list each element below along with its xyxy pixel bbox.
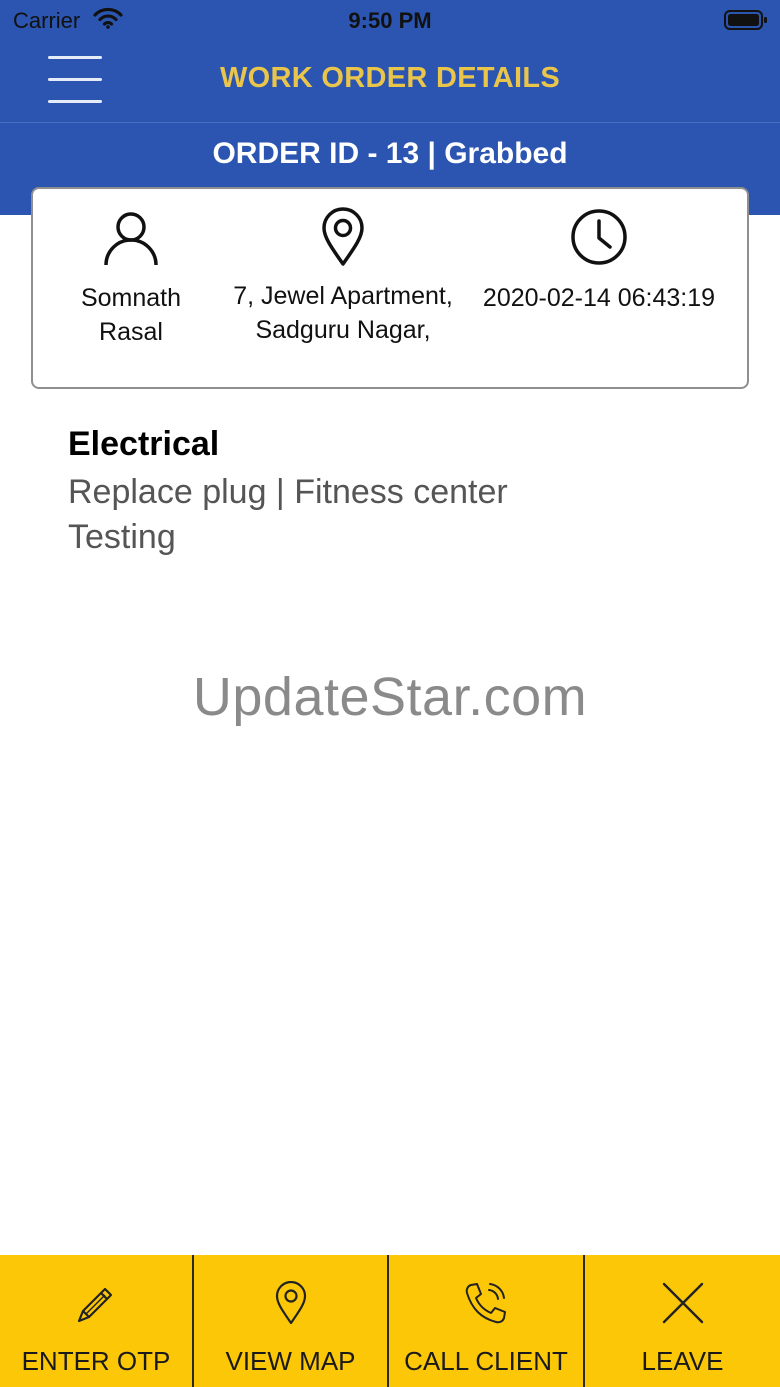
battery-icon	[724, 9, 768, 36]
watermark: UpdateStar.com	[192, 667, 588, 727]
person-icon	[104, 212, 158, 266]
address-info: 7, Jewel Apartment, Sadguru Nagar,	[233, 189, 453, 347]
job-description: Replace plug | Fitness center Testing	[68, 470, 508, 560]
enter-otp-button[interactable]: ENTER OTP	[0, 1255, 194, 1387]
client-info: Somnath Rasal	[53, 189, 209, 349]
page-title: WORK ORDER DETAILS	[220, 62, 560, 94]
phone-icon	[465, 1283, 506, 1324]
clock-icon	[571, 209, 627, 265]
nav-bar: WORK ORDER DETAILS	[0, 40, 780, 122]
view-map-button[interactable]: VIEW MAP	[194, 1255, 389, 1387]
status-bar: Carrier 9:50 PM	[0, 0, 780, 40]
location-pin-icon	[322, 207, 364, 266]
address-text: 7, Jewel Apartment, Sadguru Nagar,	[233, 282, 453, 344]
job-description-line: Replace plug | Fitness center	[68, 473, 508, 511]
leave-label: LEAVE	[641, 1346, 724, 1376]
pencil-icon	[77, 1287, 113, 1323]
call-client-button[interactable]: CALL CLIENT	[389, 1255, 585, 1387]
datetime-info: 2020-02-14 06:43:19	[451, 189, 747, 315]
view-map-label: VIEW MAP	[225, 1346, 356, 1376]
call-client-label: CALL CLIENT	[404, 1346, 568, 1376]
client-name: Somnath Rasal	[80, 284, 182, 346]
leave-button[interactable]: LEAVE	[585, 1255, 780, 1387]
action-bar: ENTER OTP VIEW MAP CALL CLIENT LEAVE	[0, 1255, 780, 1387]
enter-otp-label: ENTER OTP	[21, 1346, 171, 1376]
order-datetime: 2020-02-14 06:43:19	[482, 284, 716, 312]
location-pin-icon	[275, 1281, 306, 1325]
job-category: Electrical	[68, 425, 220, 463]
close-icon	[662, 1282, 703, 1324]
order-id-status: ORDER ID - 13 | Grabbed	[212, 137, 568, 170]
order-info-card: Somnath Rasal 7, Jewel Apartment, Sadgur…	[31, 187, 749, 389]
clock-time: 9:50 PM	[348, 8, 432, 33]
job-description-line: Testing	[68, 518, 176, 556]
